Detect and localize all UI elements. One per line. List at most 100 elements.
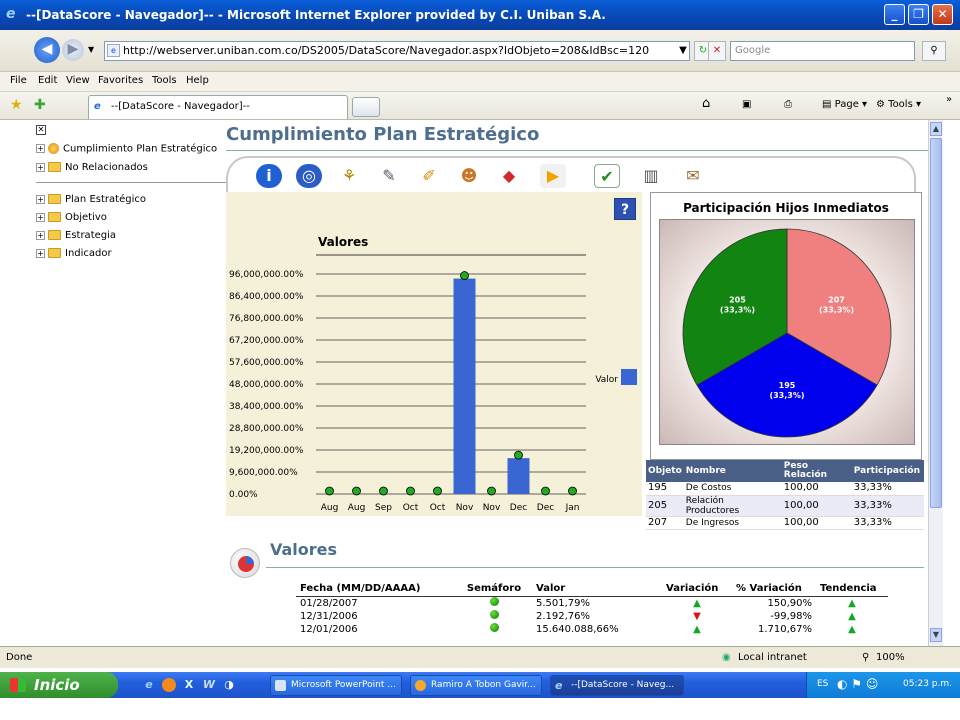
tree-item-plan[interactable]: + Plan Estratégico	[36, 194, 146, 205]
page-icon: e	[107, 44, 120, 57]
history-dropdown-icon[interactable]: ▼	[88, 45, 94, 54]
collapse-icon[interactable]: ✕	[36, 125, 46, 135]
check-list-icon[interactable]: ✔	[594, 164, 620, 188]
menu-view[interactable]: View	[66, 75, 90, 86]
favorites-star-icon[interactable]: ★	[10, 97, 23, 113]
zoom-level[interactable]: 100%	[876, 652, 905, 663]
cube-icon[interactable]: ◆	[496, 164, 522, 188]
fecha-cell: 01/28/2007	[300, 597, 358, 609]
new-tab-button[interactable]	[352, 97, 380, 117]
semaforo-cell	[456, 622, 532, 636]
search-input[interactable]: Google	[730, 41, 915, 61]
chevron-more-icon[interactable]: »	[946, 94, 952, 105]
pie-chart: 207(33,3%)195(33,3%)205(33,3%)	[682, 228, 892, 438]
task-ramiro[interactable]: Ramiro A Tobon Gavir...	[410, 675, 542, 696]
page-menu[interactable]: ▤ Page ▾	[822, 99, 867, 110]
arrow-up-icon: ▲	[848, 610, 856, 622]
task-powerpoint[interactable]: Microsoft PowerPoint ...	[270, 675, 402, 696]
x-tick-label: Dec	[510, 503, 527, 513]
help-button[interactable]: ?	[614, 198, 636, 220]
semaforo-cell	[456, 596, 532, 610]
excel-quicklaunch-icon[interactable]: X	[182, 678, 196, 692]
pencil-icon[interactable]: ✐	[416, 164, 442, 188]
tools-menu[interactable]: ⚙ Tools ▾	[876, 99, 921, 110]
page-title: Cumplimiento Plan Estratégico	[226, 124, 540, 145]
edit-doc-icon[interactable]: ✎	[376, 164, 402, 188]
menu-tools[interactable]: Tools	[152, 75, 177, 86]
participation-table: Objeto Nombre Peso Relación Participació…	[646, 460, 924, 530]
data-point	[379, 486, 388, 496]
vertical-scrollbar[interactable]: ▲ ▼	[928, 120, 943, 646]
gold-sphere-icon	[48, 143, 59, 154]
maximize-button[interactable]: ❐	[908, 4, 929, 25]
col-semaforo: Semáforo	[456, 582, 532, 597]
fecha-cell: 12/31/2006	[300, 610, 358, 622]
y-tick-label: 67,200,000.00%	[229, 336, 304, 346]
windows-flag-icon	[10, 678, 26, 692]
print-icon[interactable]: ⎙	[784, 99, 792, 110]
home-icon[interactable]: ⌂	[702, 96, 710, 111]
address-bar[interactable]: e http://webserver.uniban.com.co/DS2005/…	[104, 41, 690, 61]
address-dropdown-icon[interactable]: ▼	[674, 42, 692, 62]
minimize-button[interactable]: _	[884, 4, 905, 25]
search-icon[interactable]: ⚲	[922, 41, 946, 61]
fecha-cell: 12/01/2006	[300, 623, 358, 635]
table-cell: 33,33%	[851, 482, 924, 496]
word-quicklaunch-icon[interactable]: W	[202, 678, 216, 692]
semaforo-cell	[456, 609, 532, 623]
users-icon[interactable]: ⚘	[336, 164, 362, 188]
app-quicklaunch-icon[interactable]: ◑	[222, 678, 236, 692]
col-variacion: Variación	[662, 582, 732, 597]
scroll-down-arrow-icon[interactable]: ▼	[930, 628, 942, 642]
menu-favorites[interactable]: Favorites	[98, 75, 143, 86]
x-tick-label: Aug	[348, 503, 366, 513]
people-icon[interactable]: ☻	[456, 164, 482, 188]
valores-table: Fecha (MM/DD/AAAA) Semáforo Valor Variac…	[296, 582, 888, 636]
semaforo-green-icon	[489, 596, 499, 606]
valor-cell: 15.640.088,66%	[536, 623, 619, 635]
y-tick-label: 19,200,000.00%	[229, 446, 304, 456]
table-cell: 205	[646, 495, 684, 517]
language-indicator[interactable]: ES	[817, 679, 828, 689]
search-icon[interactable]: ◎	[296, 164, 322, 188]
table-cell: 33,33%	[851, 495, 924, 517]
scrollbar-thumb[interactable]	[930, 138, 942, 508]
bell-icon[interactable]: ▶	[540, 164, 566, 188]
ie-quicklaunch-icon[interactable]: e	[142, 678, 156, 692]
feeds-icon[interactable]: ▣	[742, 99, 751, 110]
tab-datascore[interactable]: e --[DataScore - Navegador]--	[88, 95, 348, 119]
col-objeto: Objeto	[646, 460, 684, 482]
task-datascore[interactable]: e --[DataScore - Naveg...	[550, 675, 684, 696]
info-icon[interactable]: i	[256, 164, 282, 188]
add-favorite-icon[interactable]: ✚	[34, 97, 46, 113]
folder-icon	[48, 230, 61, 240]
title-rule	[226, 150, 928, 151]
menu-edit[interactable]: Edit	[38, 75, 57, 86]
back-button[interactable]: ◀	[34, 37, 60, 63]
firefox-quicklaunch-icon[interactable]	[162, 678, 176, 692]
tree-item-objetivo[interactable]: + Objetivo	[36, 212, 107, 223]
tree-item-no-relacionados[interactable]: + No Relacionados	[36, 162, 148, 173]
arrow-down-icon: ▼	[693, 610, 701, 622]
pct-variacion-cell: 1.710,67%	[757, 623, 812, 635]
scroll-up-arrow-icon[interactable]: ▲	[930, 122, 942, 136]
tree-item-indicador[interactable]: + Indicador	[36, 248, 112, 259]
start-button[interactable]: Inicio	[0, 672, 118, 698]
card-icon[interactable]: ▥	[638, 164, 664, 188]
y-tick-label: 9,600,000.00%	[229, 468, 298, 478]
tree-item-cumplimiento[interactable]: + Cumplimiento Plan Estratégico	[36, 143, 217, 155]
icon-toolbar	[226, 156, 916, 192]
clock: 05:23 p.m.	[903, 679, 952, 689]
document-icon[interactable]: ✉	[680, 164, 706, 188]
tree-item-estrategia[interactable]: + Estrategia	[36, 230, 116, 241]
pie-chart-icon	[230, 548, 260, 578]
stop-button[interactable]: ✕	[708, 41, 726, 61]
forward-button[interactable]: ▶	[62, 39, 84, 61]
menu-file[interactable]: File	[10, 75, 27, 86]
tray-icons[interactable]: ◐ ⚑ ☺	[837, 677, 878, 691]
menu-help[interactable]: Help	[186, 75, 209, 86]
close-button[interactable]: ✕	[932, 4, 953, 25]
tendencia-cell: ▲	[816, 596, 888, 610]
data-point	[514, 450, 523, 460]
bar	[507, 458, 530, 494]
